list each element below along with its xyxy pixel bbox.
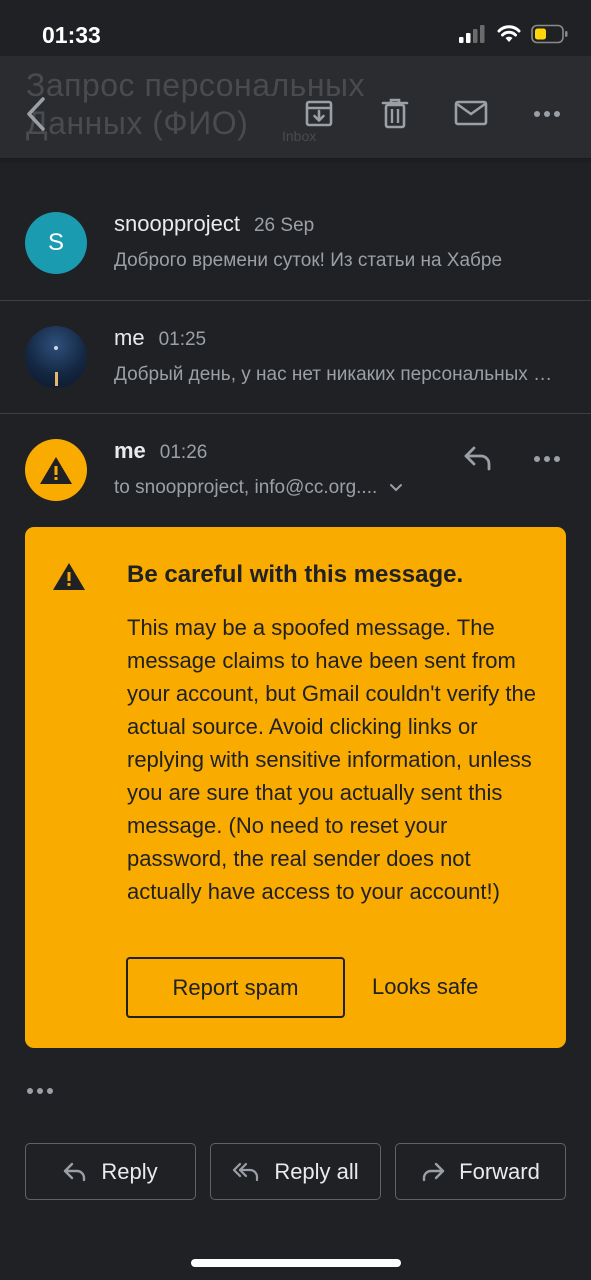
back-icon xyxy=(27,97,45,131)
forward-icon xyxy=(422,1162,445,1181)
sender-name: snoopproject xyxy=(114,211,240,236)
warning-title: Be careful with this message. xyxy=(127,561,464,588)
status-icons xyxy=(459,24,569,44)
more-icon xyxy=(534,111,560,117)
thread-message-collapsed[interactable]: me 01:25 Добрый день, у нас нет никаких … xyxy=(0,301,591,413)
avatar-letter: S xyxy=(47,229,64,256)
reply-all-action-button[interactable]: Reply all xyxy=(210,1143,381,1200)
more-button[interactable] xyxy=(527,96,567,132)
recipients-text: to snoopproject, info@cc.org.... xyxy=(114,477,378,498)
wifi-icon xyxy=(497,25,521,42)
message-snippet: Доброго времени суток! Из статьи на Хабр… xyxy=(114,250,503,271)
avatar xyxy=(25,439,87,501)
warning-body: This may be a spoofed message. The messa… xyxy=(127,615,536,904)
battery-icon xyxy=(531,24,568,44)
avatar: S xyxy=(25,212,87,274)
more-icon xyxy=(27,1088,53,1094)
warning-icon xyxy=(53,563,85,590)
reply-icon xyxy=(64,1162,86,1181)
divider xyxy=(0,413,591,414)
home-indicator[interactable] xyxy=(191,1259,401,1267)
message-more-button[interactable] xyxy=(527,441,567,477)
reply-icon xyxy=(464,446,491,471)
message-time: 01:26 xyxy=(159,442,208,463)
looks-safe-button[interactable]: Looks safe xyxy=(372,959,478,1014)
report-spam-button[interactable]: Report spam xyxy=(126,957,345,1018)
thread-message-collapsed[interactable]: S snoopproject 26 Sep Доброго времени су… xyxy=(0,187,591,299)
archive-icon xyxy=(305,100,333,127)
avatar xyxy=(25,326,87,388)
show-trimmed-button[interactable] xyxy=(26,1082,56,1096)
back-button[interactable] xyxy=(18,92,54,136)
message-snippet: Добрый день, у нас нет никаких персональ… xyxy=(114,364,554,385)
mark-unread-button[interactable] xyxy=(451,93,491,133)
signal-icon xyxy=(459,25,485,43)
warning-icon xyxy=(40,457,72,484)
delete-button[interactable] xyxy=(375,93,415,133)
sender-name: me xyxy=(114,438,146,463)
toolbar-shadow xyxy=(0,158,591,164)
message-time: 01:25 xyxy=(158,329,207,350)
sender-name: me xyxy=(114,325,145,350)
forward-label: Forward xyxy=(459,1158,540,1184)
recipients-toggle[interactable]: to snoopproject, info@cc.org.... xyxy=(114,477,403,499)
spoof-warning-card: Be careful with this message. This may b… xyxy=(25,527,566,1048)
delete-icon xyxy=(381,98,409,129)
chevron-down-icon xyxy=(390,484,403,492)
reply-action-button[interactable]: Reply xyxy=(25,1143,196,1200)
forward-action-button[interactable]: Forward xyxy=(395,1143,566,1200)
reply-label: Reply xyxy=(101,1158,158,1184)
status-time: 01:33 xyxy=(42,22,101,48)
message-time: 26 Sep xyxy=(253,215,315,236)
archive-button[interactable] xyxy=(299,93,339,133)
mail-icon xyxy=(454,100,488,126)
more-icon xyxy=(534,456,560,462)
reply-button[interactable] xyxy=(458,440,498,476)
reply-all-icon xyxy=(233,1162,259,1181)
reply-all-label: Reply all xyxy=(274,1158,359,1184)
